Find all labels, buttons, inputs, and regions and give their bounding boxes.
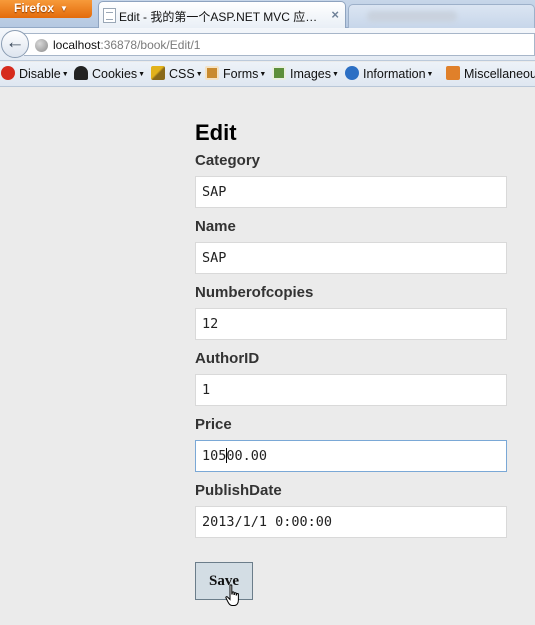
address-bar[interactable]: localhost:36878/book/Edit/1 <box>24 33 535 56</box>
toolbar-item-label: Disable <box>19 67 61 81</box>
toolbar-item-images[interactable]: Images▼ <box>272 66 339 81</box>
dropdown-arrow-icon: ▼ <box>61 71 69 78</box>
navigation-bar: localhost:36878/book/Edit/1 ← <box>0 28 535 61</box>
images-icon <box>272 66 286 80</box>
dropdown-arrow-icon: ▼ <box>195 71 203 78</box>
toolbar-item-cookies[interactable]: Cookies▼ <box>74 66 145 81</box>
save-button[interactable]: Save <box>195 562 253 600</box>
name-label: Name <box>195 218 236 235</box>
hand-cursor-icon <box>225 584 239 606</box>
toolbar-item-label: Forms <box>223 67 259 81</box>
dropdown-arrow-icon: ▼ <box>138 71 146 78</box>
toolbar-item-forms[interactable]: Forms▼ <box>205 66 266 81</box>
tab-active[interactable]: Edit - 我的第一个ASP.NET MVC 应… × <box>98 1 346 28</box>
dropdown-arrow-icon: ▼ <box>332 71 339 78</box>
tab-inactive[interactable] <box>348 4 535 28</box>
web-developer-toolbar: Disable▼ Cookies▼ CSS▼ Forms▼ Images▼ In… <box>0 62 535 87</box>
url-host: localhost <box>53 38 101 52</box>
firefox-menu-button[interactable]: Firefox ▼ <box>0 0 92 18</box>
toolbar-item-information[interactable]: Information▼ <box>345 66 433 81</box>
category-label: Category <box>195 152 261 169</box>
disable-icon <box>1 66 15 80</box>
miscellaneous-icon <box>446 66 460 80</box>
back-arrow-icon: ← <box>5 32 25 53</box>
toolbar-item-label: Cookies <box>92 67 138 81</box>
blurred-tab-title <box>367 11 457 22</box>
price-value-after-caret: 00.00 <box>226 448 268 464</box>
toolbar-item-disable[interactable]: Disable▼ <box>1 66 69 81</box>
publishdate-label: PublishDate <box>195 482 282 499</box>
price-label: Price <box>195 416 232 433</box>
toolbar-item-miscellaneous[interactable]: Miscellaneous <box>446 66 535 81</box>
url-text[interactable]: localhost:36878/book/Edit/1 <box>53 38 200 52</box>
price-value-before-caret: 105 <box>202 448 227 464</box>
tab-title: Edit - 我的第一个ASP.NET MVC 应… <box>119 10 318 24</box>
url-path: :36878/book/Edit/1 <box>100 38 201 52</box>
chevron-down-icon: ▼ <box>60 4 68 13</box>
firefox-menu-label: Firefox <box>14 1 55 15</box>
page-favicon-icon <box>103 8 116 23</box>
toolbar-item-label: CSS <box>169 67 195 81</box>
category-input[interactable]: SAP <box>195 176 507 208</box>
forms-icon <box>205 66 219 80</box>
toolbar-item-label: Miscellaneous <box>464 67 535 81</box>
dropdown-arrow-icon: ▼ <box>426 71 434 78</box>
css-icon <box>151 66 165 80</box>
toolbar-item-label: Images <box>290 67 331 81</box>
numberofcopies-input[interactable]: 12 <box>195 308 507 340</box>
toolbar-item-css[interactable]: CSS▼ <box>151 66 203 81</box>
back-button[interactable]: ← <box>1 30 29 58</box>
publishdate-input[interactable]: 2013/1/1 0:00:00 <box>195 506 507 538</box>
cookies-icon <box>74 66 88 80</box>
dropdown-arrow-icon: ▼ <box>259 71 267 78</box>
page-title: Edit <box>195 120 237 145</box>
price-input[interactable]: 10500.00 <box>195 440 507 472</box>
site-identity-icon[interactable] <box>35 39 48 52</box>
name-input[interactable]: SAP <box>195 242 507 274</box>
close-tab-icon[interactable]: × <box>331 7 339 22</box>
toolbar-item-label: Information <box>363 67 426 81</box>
authorid-input[interactable]: 1 <box>195 374 507 406</box>
numberofcopies-label: Numberofcopies <box>195 284 314 301</box>
information-icon <box>345 66 359 80</box>
tab-bar: Firefox ▼ Edit - 我的第一个ASP.NET MVC 应… × <box>0 0 535 28</box>
authorid-label: AuthorID <box>195 350 260 367</box>
